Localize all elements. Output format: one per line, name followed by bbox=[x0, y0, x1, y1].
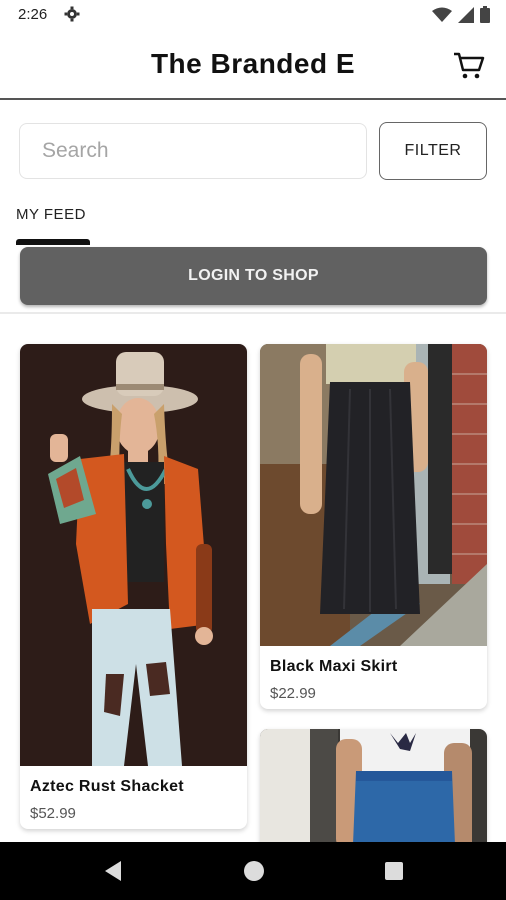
app-title: The Branded E bbox=[150, 48, 356, 79]
divider bbox=[0, 312, 506, 314]
product-image bbox=[20, 344, 247, 766]
product-name: Aztec Rust Shacket bbox=[30, 778, 184, 795]
recent-apps-icon[interactable] bbox=[385, 862, 403, 880]
battery-icon bbox=[480, 6, 490, 28]
product-image bbox=[260, 344, 487, 646]
back-icon[interactable] bbox=[103, 860, 123, 887]
status-bar: 2:26 bbox=[0, 0, 506, 32]
settings-gear-icon bbox=[64, 6, 80, 27]
home-icon[interactable] bbox=[244, 861, 264, 881]
product-price: $52.99 bbox=[30, 805, 76, 822]
signal-icon bbox=[458, 6, 474, 28]
cart-button[interactable] bbox=[452, 48, 486, 82]
app-bar: The Branded E bbox=[0, 32, 506, 100]
product-card[interactable]: Aztec Rust Shacket $52.99 bbox=[20, 344, 247, 829]
search-input[interactable] bbox=[19, 123, 367, 179]
product-price: $22.99 bbox=[270, 685, 316, 702]
tab-indicator bbox=[16, 239, 90, 245]
wifi-icon bbox=[432, 7, 452, 28]
shopping-cart-icon bbox=[454, 52, 485, 79]
login-to-shop-button[interactable]: LOGIN TO SHOP bbox=[20, 247, 487, 305]
filter-button[interactable]: FILTER bbox=[379, 122, 487, 180]
product-name: Black Maxi Skirt bbox=[270, 658, 398, 675]
tab-my-feed[interactable]: MY FEED bbox=[16, 206, 86, 223]
status-time: 2:26 bbox=[18, 6, 48, 23]
product-card[interactable]: Black Maxi Skirt $22.99 bbox=[260, 344, 487, 709]
system-nav-bar bbox=[0, 842, 506, 900]
